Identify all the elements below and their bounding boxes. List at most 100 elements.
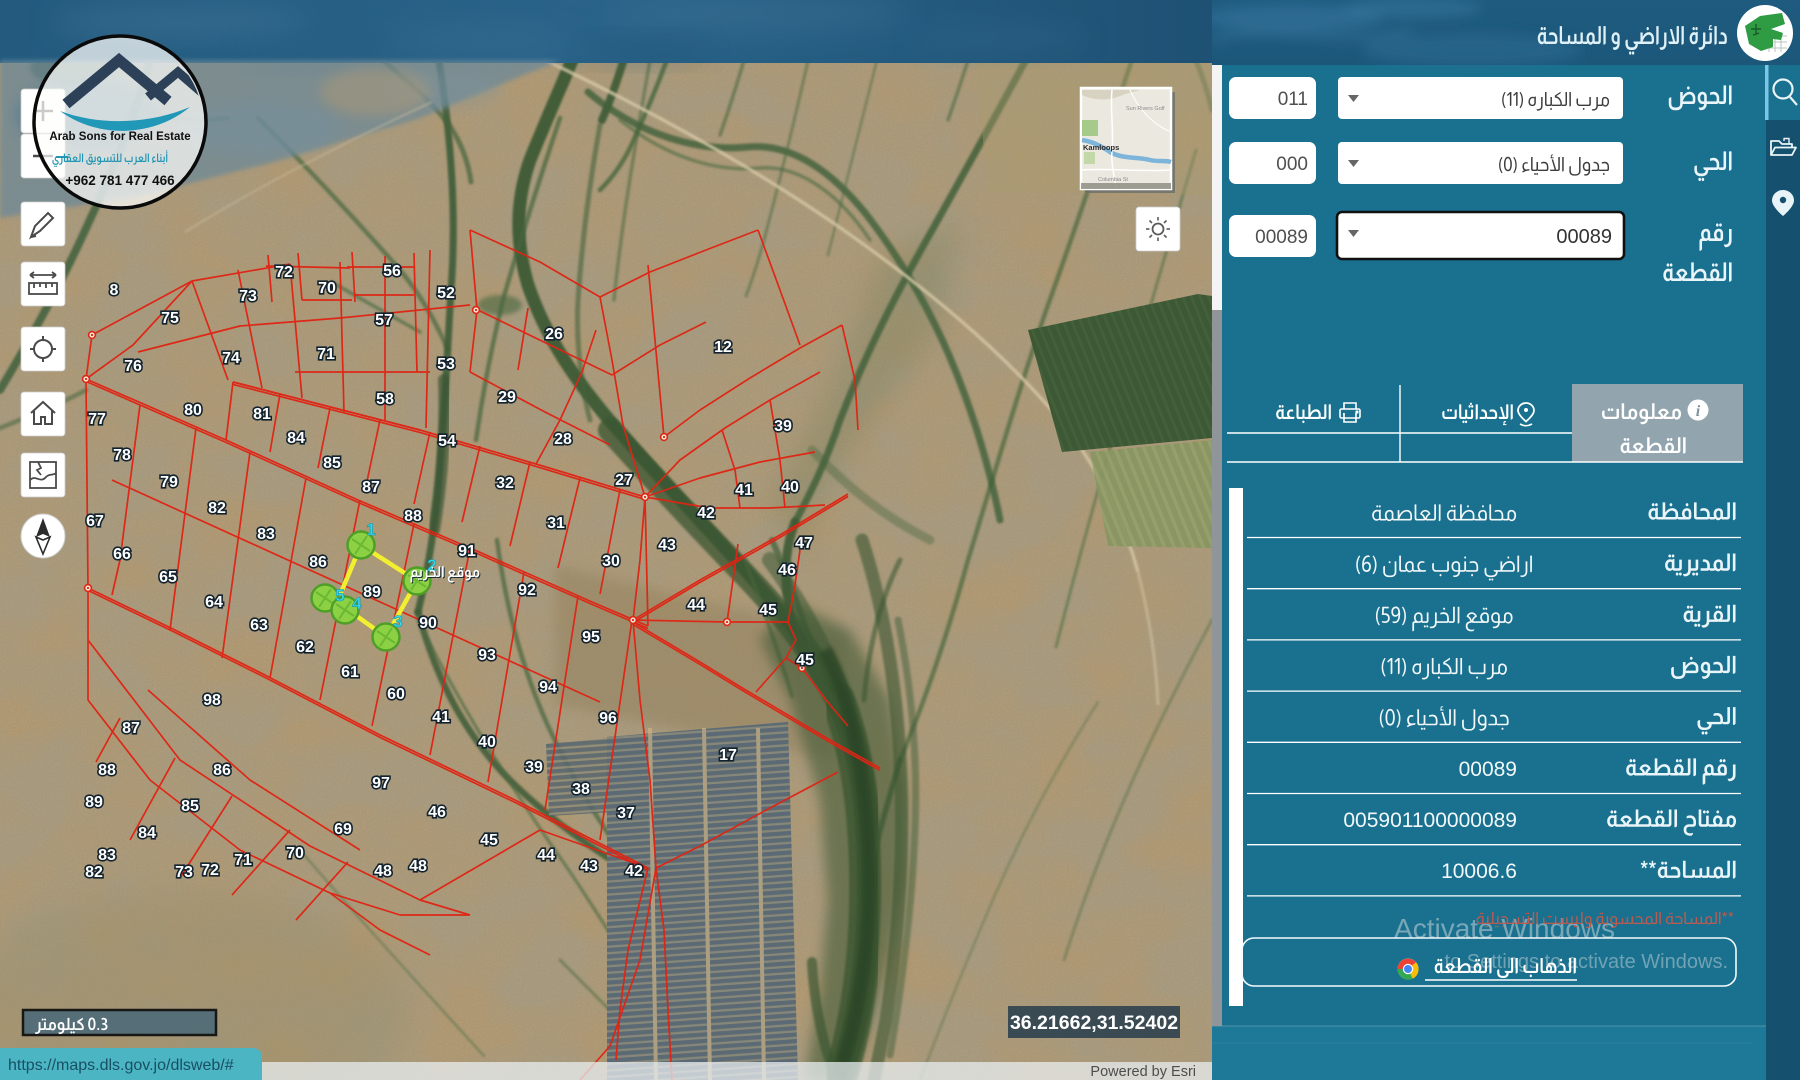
svg-text:37: 37 (617, 805, 635, 822)
svg-text:30: 30 (602, 553, 620, 570)
svg-text:42: 42 (625, 863, 643, 880)
svg-text:69: 69 (334, 821, 352, 838)
svg-text:45: 45 (759, 602, 777, 619)
svg-text:75: 75 (161, 310, 179, 327)
svg-text:88: 88 (404, 508, 422, 525)
svg-text:70: 70 (318, 280, 336, 297)
svg-text:72: 72 (201, 862, 219, 879)
svg-text:48: 48 (374, 863, 392, 880)
svg-text:Powered by Esri: Powered by Esri (1090, 1064, 1196, 1080)
svg-text:32: 32 (496, 475, 514, 492)
svg-text:56: 56 (383, 263, 401, 280)
svg-text:94: 94 (539, 679, 557, 696)
svg-text:Arab Sons for Real Estate: Arab Sons for Real Estate (49, 131, 190, 143)
svg-text:82: 82 (208, 500, 226, 517)
svg-text:41: 41 (432, 709, 450, 726)
svg-text:8: 8 (110, 282, 119, 299)
svg-text:39: 39 (774, 418, 792, 435)
svg-text:10006.6: 10006.6 (1441, 860, 1517, 883)
svg-text:to Settings to activate Window: to Settings to activate Windows. (1445, 951, 1728, 973)
svg-text:76: 76 (124, 358, 142, 375)
svg-text:84: 84 (138, 825, 156, 842)
svg-text:83: 83 (98, 847, 116, 864)
svg-text:58: 58 (376, 391, 394, 408)
svg-text:98: 98 (203, 692, 221, 709)
svg-text:78: 78 (113, 447, 131, 464)
svg-text:91: 91 (458, 543, 476, 560)
svg-text:89: 89 (363, 584, 381, 601)
svg-text:17: 17 (719, 747, 737, 764)
svg-text:86: 86 (213, 762, 231, 779)
svg-text:97: 97 (372, 775, 390, 792)
svg-text:80: 80 (184, 402, 202, 419)
svg-text:40: 40 (478, 734, 496, 751)
svg-text:27: 27 (615, 472, 633, 489)
svg-text:39: 39 (525, 759, 543, 776)
svg-text:72: 72 (275, 264, 293, 281)
svg-text:3: 3 (393, 612, 402, 631)
svg-text:28: 28 (554, 431, 572, 448)
svg-text:54: 54 (438, 433, 456, 450)
svg-text:67: 67 (86, 513, 104, 530)
svg-text:81: 81 (253, 406, 271, 423)
svg-text:31: 31 (547, 515, 565, 532)
svg-text:87: 87 (122, 720, 140, 737)
svg-text:36.21662,31.52402: 36.21662,31.52402 (1010, 1012, 1178, 1034)
svg-text:90: 90 (419, 615, 437, 632)
svg-text:45: 45 (480, 832, 498, 849)
svg-text:Sun Rivers Golf: Sun Rivers Golf (1126, 106, 1165, 112)
svg-text:53: 53 (437, 356, 455, 373)
svg-text:46: 46 (428, 804, 446, 821)
svg-text:84: 84 (287, 430, 305, 447)
svg-text:26: 26 (545, 326, 563, 343)
svg-text:65: 65 (159, 569, 177, 586)
svg-text:+962 781 477 466: +962 781 477 466 (65, 173, 175, 188)
svg-text:44: 44 (687, 597, 705, 614)
svg-text:52: 52 (437, 285, 455, 302)
svg-text:5: 5 (335, 586, 344, 605)
svg-text:82: 82 (85, 864, 103, 881)
svg-text:38: 38 (572, 781, 590, 798)
svg-text:63: 63 (250, 617, 268, 634)
svg-text:96: 96 (599, 710, 617, 727)
svg-text:89: 89 (85, 794, 103, 811)
svg-text:45: 45 (796, 652, 814, 669)
svg-text:Columbia St: Columbia St (1098, 177, 1128, 183)
svg-text:00089: 00089 (1556, 226, 1612, 248)
svg-text:43: 43 (658, 537, 676, 554)
svg-text:46: 46 (778, 562, 796, 579)
svg-text:71: 71 (317, 346, 335, 363)
svg-text:1: 1 (366, 520, 375, 539)
svg-text:85: 85 (323, 455, 341, 472)
svg-text:40: 40 (781, 479, 799, 496)
svg-text:https://maps.dls.gov.jo/dlsweb: https://maps.dls.gov.jo/dlsweb/# (8, 1057, 234, 1074)
svg-text:79: 79 (160, 474, 178, 491)
svg-text:Kamloops: Kamloops (1083, 143, 1119, 152)
svg-text:29: 29 (498, 389, 516, 406)
svg-text:43: 43 (580, 858, 598, 875)
svg-text:70: 70 (286, 845, 304, 862)
svg-text:73: 73 (239, 288, 257, 305)
svg-text:011: 011 (1278, 89, 1308, 110)
svg-text:47: 47 (795, 535, 813, 552)
svg-text:12: 12 (714, 339, 732, 356)
svg-text:66: 66 (113, 546, 131, 563)
svg-text:44: 44 (537, 847, 555, 864)
svg-text:83: 83 (257, 526, 275, 543)
svg-text:85: 85 (181, 798, 199, 815)
svg-text:86: 86 (309, 554, 327, 571)
svg-text:62: 62 (296, 639, 314, 656)
svg-text:88: 88 (98, 762, 116, 779)
svg-text:71: 71 (234, 852, 252, 869)
svg-text:41: 41 (735, 482, 753, 499)
svg-text:4: 4 (352, 594, 362, 613)
svg-text:93: 93 (478, 647, 496, 664)
svg-text:77: 77 (88, 411, 106, 428)
svg-text:64: 64 (205, 594, 223, 611)
svg-text:87: 87 (362, 479, 380, 496)
svg-text:95: 95 (582, 629, 600, 646)
svg-text:73: 73 (175, 864, 193, 881)
svg-text:60: 60 (387, 686, 405, 703)
svg-text:57: 57 (375, 312, 393, 329)
svg-text:00089: 00089 (1255, 227, 1308, 248)
